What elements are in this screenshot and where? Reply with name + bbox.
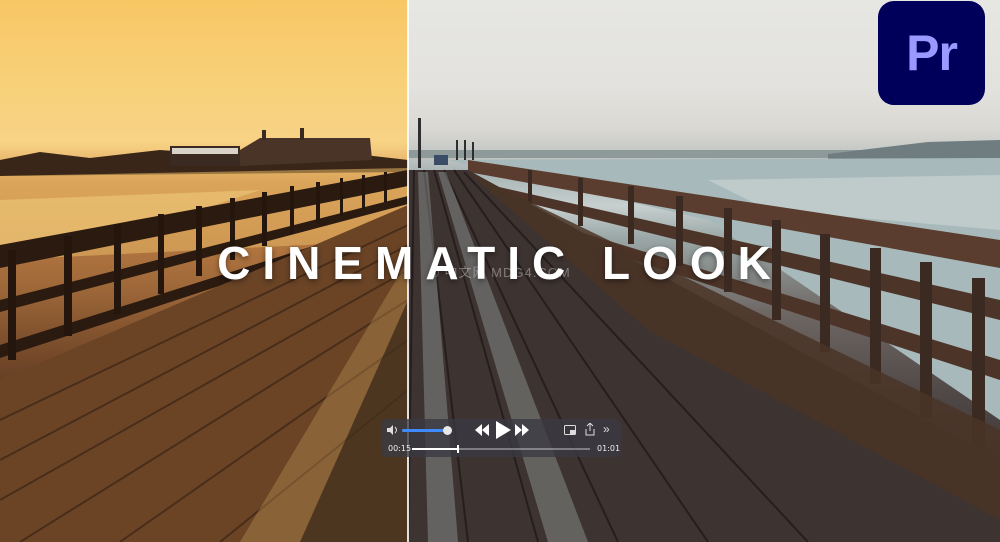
volume-slider-knob[interactable] [443,426,452,435]
picture-in-picture-icon[interactable] [564,424,576,436]
more-icon[interactable]: » [603,422,610,436]
media-player-controls: » 00:15 01:01 [381,419,621,457]
fast-forward-icon[interactable] [515,424,529,436]
premiere-pro-logo-text: Pr [906,25,958,81]
volume-slider[interactable] [402,429,448,432]
playback-progress-fill [412,448,457,450]
rewind-icon[interactable] [475,424,489,436]
watermark-text: © 中文网 MDG4.COM [429,265,571,280]
video-frame: CINEMATIC LOOK © 中文网 MDG4.COM Pr » 00:15… [0,0,1000,542]
speaker-icon[interactable] [387,425,399,435]
playback-scrubber[interactable] [412,445,590,453]
volume-level-fill [402,429,444,432]
playhead[interactable] [456,445,459,453]
duration-time: 01:01 [597,444,621,453]
share-icon[interactable] [584,423,596,436]
play-icon[interactable] [495,421,511,439]
premiere-pro-logo: Pr [878,1,985,105]
current-time: 00:15 [388,444,412,453]
